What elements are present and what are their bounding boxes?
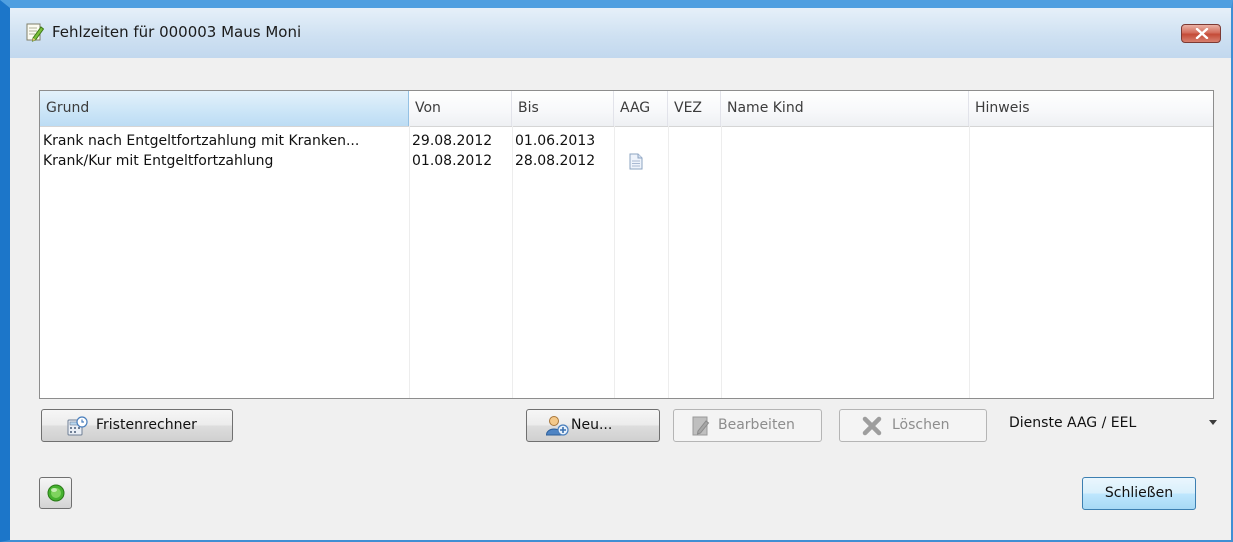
cell-name-kind bbox=[721, 151, 969, 171]
column-header-aag[interactable]: AAG bbox=[614, 91, 668, 126]
neu-label: Neu... bbox=[571, 417, 613, 433]
edit-document-icon bbox=[692, 416, 710, 436]
fristenrechner-button[interactable]: Fristenrechner bbox=[41, 409, 233, 442]
column-header-bis[interactable]: Bis bbox=[512, 91, 614, 126]
cell-bis: 01.06.2013 bbox=[515, 133, 596, 149]
cell-grund: Krank nach Entgeltfortzahlung mit Kranke… bbox=[43, 133, 360, 149]
column-header-hinweis[interactable]: Hinweis bbox=[969, 91, 1213, 126]
column-header-vez[interactable]: VEZ bbox=[668, 91, 721, 126]
column-header-von[interactable]: Von bbox=[409, 91, 512, 126]
loeschen-label: Löschen bbox=[892, 417, 950, 433]
help-button[interactable] bbox=[39, 477, 72, 509]
cell-name-kind bbox=[721, 131, 969, 151]
dienste-dropdown[interactable]: Dienste AAG / EEL bbox=[1009, 410, 1136, 436]
loeschen-button[interactable]: Löschen bbox=[839, 409, 987, 442]
table-row[interactable]: Krank/Kur mit Entgeltfortzahlung 01.08.2… bbox=[40, 151, 1213, 171]
window-close-button[interactable] bbox=[1181, 24, 1221, 43]
table-row[interactable]: Krank nach Entgeltfortzahlung mit Kranke… bbox=[40, 131, 1213, 151]
delete-x-icon bbox=[862, 416, 882, 436]
close-icon bbox=[1195, 28, 1209, 39]
fristenrechner-label: Fristenrechner bbox=[96, 417, 197, 433]
neu-button[interactable]: Neu... bbox=[526, 409, 660, 442]
absence-table[interactable]: Grund Von Bis AAG VEZ Name Kind Hinweis … bbox=[39, 90, 1214, 399]
cell-vez bbox=[668, 151, 721, 171]
schliessen-button[interactable]: Schließen bbox=[1082, 477, 1196, 510]
note-edit-icon bbox=[26, 23, 44, 42]
table-header: Grund Von Bis AAG VEZ Name Kind Hinweis bbox=[40, 91, 1213, 127]
document-icon bbox=[629, 153, 643, 170]
cell-aag bbox=[614, 151, 668, 171]
schliessen-label: Schließen bbox=[1104, 485, 1174, 501]
cell-vez bbox=[668, 131, 721, 151]
bearbeiten-button[interactable]: Bearbeiten bbox=[673, 409, 822, 442]
add-user-icon bbox=[545, 416, 569, 436]
window-title: Fehlzeiten für 000003 Maus Moni bbox=[52, 23, 302, 41]
cell-bis: 28.08.2012 bbox=[515, 153, 596, 169]
bearbeiten-label: Bearbeiten bbox=[718, 417, 795, 433]
cell-hinweis bbox=[969, 151, 1213, 171]
chevron-down-icon[interactable] bbox=[1209, 420, 1217, 425]
cell-von: 01.08.2012 bbox=[412, 153, 493, 169]
cell-von: 29.08.2012 bbox=[412, 133, 493, 149]
dialog-window: Fehlzeiten für 000003 Maus Moni Grund Vo… bbox=[0, 0, 1233, 542]
cell-grund: Krank/Kur mit Entgeltfortzahlung bbox=[43, 153, 274, 169]
calculator-clock-icon bbox=[67, 416, 88, 436]
column-header-name-kind[interactable]: Name Kind bbox=[721, 91, 969, 126]
column-header-grund[interactable]: Grund bbox=[40, 91, 409, 126]
dialog-client-area: Grund Von Bis AAG VEZ Name Kind Hinweis … bbox=[10, 58, 1231, 540]
cell-aag bbox=[614, 131, 668, 151]
title-bar: Fehlzeiten für 000003 Maus Moni bbox=[10, 8, 1231, 58]
help-icon bbox=[47, 484, 65, 502]
cell-hinweis bbox=[969, 131, 1213, 151]
